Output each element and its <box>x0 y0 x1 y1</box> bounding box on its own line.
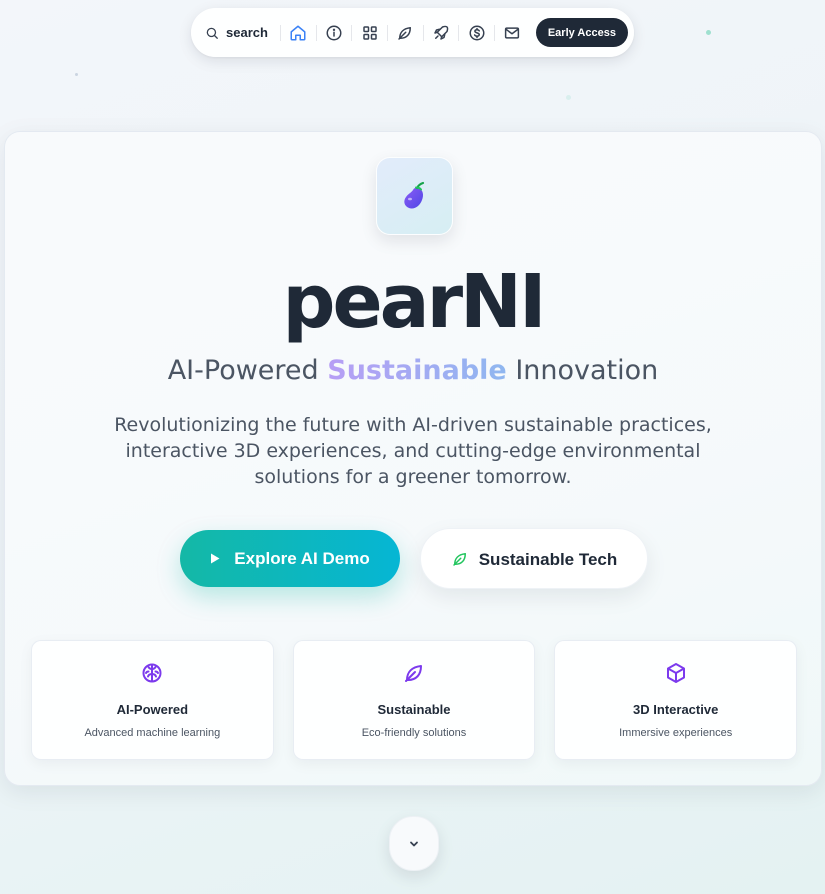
nav-info-button[interactable] <box>319 18 350 48</box>
decorative-dot <box>566 95 571 100</box>
nav-divider <box>494 24 496 41</box>
leaf-icon <box>398 26 412 40</box>
home-icon <box>290 25 306 40</box>
nav-divider <box>279 24 281 41</box>
search-button[interactable]: search <box>205 18 278 48</box>
sustainable-tech-label: Sustainable Tech <box>478 549 618 569</box>
nav-rocket-button[interactable] <box>426 18 457 48</box>
nav-mail-button[interactable] <box>497 18 528 48</box>
grid-icon <box>362 25 377 40</box>
early-access-button[interactable]: Early Access <box>535 18 628 47</box>
nav-divider <box>351 24 353 41</box>
nav-pricing-button[interactable] <box>461 18 492 48</box>
explore-ai-demo-button[interactable]: Explore AI Demo <box>180 530 400 587</box>
feature-card-3d-interactive: 3D Interactive Immersive experiences <box>554 640 798 760</box>
nav-home-button[interactable] <box>283 18 314 48</box>
nav-divider <box>315 24 317 41</box>
search-icon <box>206 27 218 39</box>
decorative-dot <box>706 30 711 35</box>
leaf-icon <box>452 552 466 566</box>
info-icon <box>326 25 342 40</box>
leaf-icon <box>405 665 422 682</box>
feature-subtitle: Eco-friendly solutions <box>361 727 467 739</box>
nav-divider <box>458 24 460 41</box>
feature-subtitle: Immersive experiences <box>619 727 733 739</box>
chevron-down-icon <box>410 841 418 846</box>
tagline: AI-Powered Sustainable Innovation <box>5 354 821 388</box>
hero-description: Revolutionizing the future with AI-drive… <box>114 414 712 488</box>
explore-ai-demo-label: Explore AI Demo <box>234 548 370 568</box>
search-label: search <box>226 25 268 40</box>
play-icon <box>211 553 220 564</box>
feature-card-ai-powered: AI-Powered Advanced machine learning <box>31 640 274 760</box>
eggplant-icon <box>403 181 424 209</box>
feature-title: Sustainable <box>377 702 451 717</box>
nav-leaf-button[interactable] <box>390 18 421 48</box>
brand-title: pearNI <box>282 259 546 345</box>
brain-icon <box>142 663 162 683</box>
feature-subtitle: Advanced machine learning <box>84 727 221 739</box>
tagline-prefix: AI-Powered <box>167 355 319 386</box>
cube-icon <box>666 663 685 683</box>
rocket-icon <box>434 25 449 40</box>
hero-card: pearNI AI-Powered Sustainable Innovation… <box>4 131 822 786</box>
feature-title: 3D Interactive <box>633 702 719 717</box>
nav-divider <box>422 24 424 41</box>
dollar-icon <box>469 25 485 40</box>
tagline-suffix: Innovation <box>515 355 659 386</box>
decorative-dot <box>75 73 78 76</box>
feature-list: AI-Powered Advanced machine learning Sus… <box>31 640 798 760</box>
top-navbar: search Early Access <box>191 8 634 57</box>
nav-divider <box>387 24 389 41</box>
logo-tile <box>376 157 453 235</box>
scroll-down-button[interactable] <box>389 816 439 871</box>
tagline-highlight: Sustainable <box>327 355 507 386</box>
mail-icon <box>505 26 520 39</box>
nav-grid-button[interactable] <box>354 18 385 48</box>
sustainable-tech-button[interactable]: Sustainable Tech <box>420 528 648 589</box>
feature-card-sustainable: Sustainable Eco-friendly solutions <box>292 640 536 760</box>
feature-title: AI-Powered <box>116 702 189 717</box>
